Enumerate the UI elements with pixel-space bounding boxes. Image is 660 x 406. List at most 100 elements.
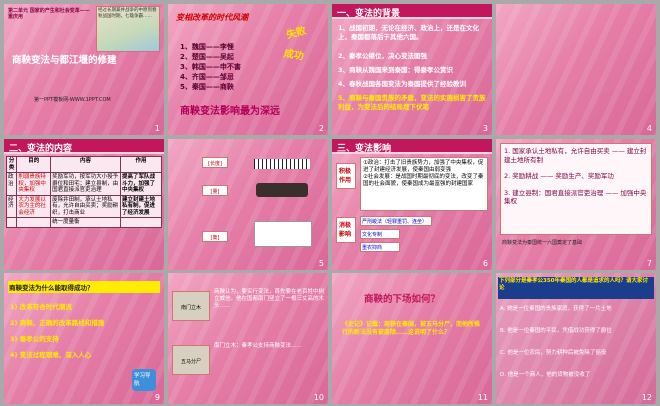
slide11-title: 商鞅的下场如何？: [364, 294, 441, 305]
slide9-answer-2: 2) 商鞅、正确的改革路线和措施: [10, 319, 105, 327]
table-header: 内容: [50, 156, 121, 173]
table-cell: 建立封建土地私有制，促进了经济发展: [119, 194, 163, 218]
weights-image: [254, 221, 312, 247]
table-cell: 削弱贵族特权，加强中央集权: [16, 172, 52, 196]
slide-number-8: 7: [646, 259, 652, 268]
slide2-state-3: 3、韩国——申不害: [180, 63, 241, 71]
slide7-neg-2: 文化专制: [360, 229, 400, 239]
table-cell: [5, 217, 18, 228]
slide9-answer-3: 3) 秦孝公的支持: [10, 335, 59, 343]
slide3-item-3: 3、商鞅从魏国来到秦国：得秦孝公赏识: [338, 66, 454, 74]
slide-thumbnail-1[interactable]: 第二单元 国家的产生和社会变革——重庆用 经过长期兼并战争的中原到春秋战国时期，…: [4, 4, 164, 135]
slide1-footer: 第一PPT模板网-WWW.1PPT.COM: [34, 97, 111, 103]
slide3-item-1: 1、战国初期，无论在经济、政治上，还是在文化上，秦国都落后于其他六国。: [338, 24, 480, 41]
slide1-map-caption: 经过长期兼并战争的中原到春秋战国时期，七雄争霸……: [98, 8, 157, 19]
slide2-state-5: 5、秦国——商鞅: [180, 83, 234, 91]
slide3-item-4: 4、春秋战国各国变法为秦国提供了经验教训: [338, 80, 467, 88]
slide7-p1: ①政治：打击了旧贵族势力，加强了中央集权，促进了封建经济发展，使秦国由弱变强: [363, 160, 484, 173]
slide-thumbnail-7[interactable]: 三、变法影响 积极作用 ①政治：打击了旧贵族势力，加强了中央集权，促进了封建经济…: [332, 139, 492, 270]
slide-thumbnail-4[interactable]: 4: [496, 4, 656, 135]
slide6-label-length: [长度]: [202, 157, 228, 168]
slide-thumbnail-12[interactable]: 下列部分是秦孝公350年秦国的人都是追求的人吗？请大家讨论 A. 她是一位秦国的…: [496, 273, 656, 404]
slide3-item-2: 2、秦孝公继位，决心变法图强: [338, 52, 428, 60]
table-cell: 提高了军队战斗力，加强了中央集权: [119, 172, 163, 196]
slide2-state-1: 1、魏国——李悝: [180, 43, 234, 51]
slide8-item-3: 3. 建立县制：国君直接派官吏治理 —— 加强中央集权: [504, 188, 647, 206]
slide9-sticker: 学习导航: [132, 369, 156, 391]
slide-thumbnail-6[interactable]: [长度] [量] [衡] 5: [168, 139, 328, 270]
slide10-text-1: 商鞅认为，要实行变法，首先要在老百姓中树立威信。他在国都南门竖立了一根三丈高的木…: [214, 289, 325, 309]
slide-thumbnail-10[interactable]: 南门立木 五马分尸 商鞅认为，要实行变法，首先要在老百姓中树立威信。他在国都南门…: [168, 273, 328, 404]
slide7-positive-label: 积极作用: [336, 163, 356, 189]
slide10-image-1: 南门立木: [172, 291, 210, 321]
slide-number-10: 10: [313, 393, 324, 402]
slide7-neg-1: 严刑峻法（轻罪重罚、连坐）: [360, 216, 432, 226]
slide-number-9: 9: [154, 393, 160, 402]
slide12-option-b: B. 他是一位秦国的平民，凭借战功获得了爵位: [500, 328, 612, 334]
slide-number-3: 3: [482, 124, 488, 133]
slide7-header: 三、变法影响: [332, 139, 492, 154]
slide-thumbnail-8[interactable]: 1. 国家承认土地私有，允许自由买卖 —— 建立封建土地所有制 2. 奖励耕战 …: [496, 139, 656, 270]
slide3-header: 一、变法的背景: [332, 4, 492, 19]
slide7-neg-3: 重农抑商: [360, 242, 400, 252]
table-cell: 统一度量衡: [50, 217, 121, 228]
table-header: 分类: [5, 156, 18, 173]
slide-number-2: 2: [318, 124, 324, 133]
slide9-answer-4: 4) 变法过程艰难、深入人心: [10, 351, 92, 359]
slide7-p2: ②社会发展：是战国时期最彻底的变法，改变了秦国的社会面貌，使秦国成为最富强的封建…: [363, 174, 484, 187]
slide1-title: 商鞅变法与都江堰的修建: [12, 55, 117, 66]
slide2-state-4: 4、齐国——邹忌: [180, 73, 234, 81]
slide10-image-2: 五马分尸: [172, 345, 210, 375]
slide2-conclusion: 商鞅变法影响最为深远: [180, 106, 280, 117]
slide12-option-a: A. 她是一位秦国的贵族家庭，获得了一片土地: [500, 306, 612, 312]
slide-number-12: 12: [641, 393, 652, 402]
slide2-label-success: 成功: [282, 48, 305, 63]
slide12-option-d: D. 他是一个商人，他的货物被没收了: [500, 372, 591, 378]
slide6-label-weight: [衡]: [202, 231, 228, 242]
table-header: 目的: [16, 156, 52, 173]
slide-number-7: 6: [482, 259, 488, 268]
slide12-question: 下列部分是秦孝公350年秦国的人都是追求的人吗？请大家讨论: [498, 277, 654, 299]
slide-thumbnail-2[interactable]: 变相改革的时代风潮 失败 成功 1、魏国——李悝 2、楚国——吴起 3、韩国——…: [168, 4, 328, 135]
table-row: 政治 削弱贵族特权，加强中央集权 奖励军功，按军功大小授予爵位和田宅；建立县制，…: [5, 172, 163, 196]
slide-number-11: 11: [477, 393, 488, 402]
slide-thumbnail-3[interactable]: 一、变法的背景 1、战国初期，无论在经济、政治上，还是在文化上，秦国都落后于其他…: [332, 4, 492, 135]
slide-thumbnail-11[interactable]: 商鞅的下场如何？ 《史记》记载：商鞅在秦国，被五马分尸，而他所推行的新法没有被废…: [332, 273, 492, 404]
slide10-text-2: 南门立木：秦孝公支持商鞅变法……: [214, 343, 303, 349]
slide7-negative-label: 消极影响: [336, 217, 356, 243]
table-cell: [119, 217, 163, 228]
slide2-label-fail: 失败: [285, 25, 308, 42]
slide6-label-volume: [量]: [202, 185, 228, 196]
slide3-item-5: 5、商鞅与秦国贵族的矛盾，变法的实施损害了贵族利益，为变法后的结局埋下伏笔: [338, 94, 486, 111]
slide2-banner: 变相改革的时代风潮: [176, 13, 248, 22]
slide7-positive-text: ①政治：打击了旧贵族势力，加强了中央集权，促进了封建经济发展，使秦国由弱变强 ②…: [360, 157, 488, 211]
slide-number-6: 5: [318, 259, 324, 268]
table-cell: 奖励军功，按军功大小授予爵位和田宅；建立县制，由国君直接派官吏治理: [50, 172, 121, 196]
table-cell: [16, 217, 52, 228]
reform-content-table: 分类 目的 内容 作用 政治 削弱贵族特权，加强中央集权 奖励军功，按军功大小授…: [5, 156, 163, 228]
slide8-item-1: 1. 国家承认土地私有，允许自由买卖 —— 建立封建土地所有制: [504, 147, 647, 164]
measuring-vessel-image: [256, 183, 308, 197]
table-row: 经济 大力发展以农为主的社会经济 废除井田制，承认土地私有，允许自由买卖；奖励耕…: [5, 194, 163, 218]
slide8-note: 商鞅变法为秦国统一六国奠定了基础: [502, 240, 583, 246]
ruler-image: [254, 159, 310, 169]
table-cell: 废除井田制，承认土地私有，允许自由买卖；奖励耕织，打击商业: [50, 194, 121, 218]
table-row: 统一度量衡: [5, 217, 163, 228]
slide12-option-c: C. 他是一位农民，努力耕种后被免除了徭役: [500, 350, 607, 356]
slide-number-4: 4: [646, 124, 652, 133]
table-cell: 政治: [5, 172, 18, 196]
slide-number-1: 1: [154, 124, 160, 133]
slide-thumbnail-9[interactable]: 商鞅变法为什么能取得成功？ 1) 改革符合时代潮流 2) 商鞅、正确的改革路线和…: [4, 273, 164, 404]
slide9-question: 商鞅变法为什么能取得成功？: [8, 281, 160, 293]
slide5-header: 二、变法的内容: [4, 139, 164, 154]
slide2-state-2: 2、楚国——吴起: [180, 53, 234, 61]
slide8-item-2: 2. 奖励耕战 —— 奖励生产、奖励军功: [504, 172, 614, 180]
table-cell: 经济: [5, 194, 18, 218]
table-cell: 大力发展以农为主的社会经济: [16, 194, 52, 218]
slide8-panel: 1. 国家承认土地私有，允许自由买卖 —— 建立封建土地所有制 2. 奖励耕战 …: [500, 143, 652, 235]
slide9-answer-1: 1) 改革符合时代潮流: [10, 303, 72, 311]
slide11-quote: 《史记》记载：商鞅在秦国，被五马分尸，而他所推行的新法没有被废除……这说明了什么…: [342, 321, 481, 336]
slide1-unit-text: 第二单元 国家的产生和社会变革——重庆用: [8, 8, 90, 20]
slide-thumbnail-5[interactable]: 二、变法的内容 分类 目的 内容 作用 政治 削弱贵族特权，加强中央集权 奖励军…: [4, 139, 164, 270]
table-header: 作用: [119, 156, 163, 173]
